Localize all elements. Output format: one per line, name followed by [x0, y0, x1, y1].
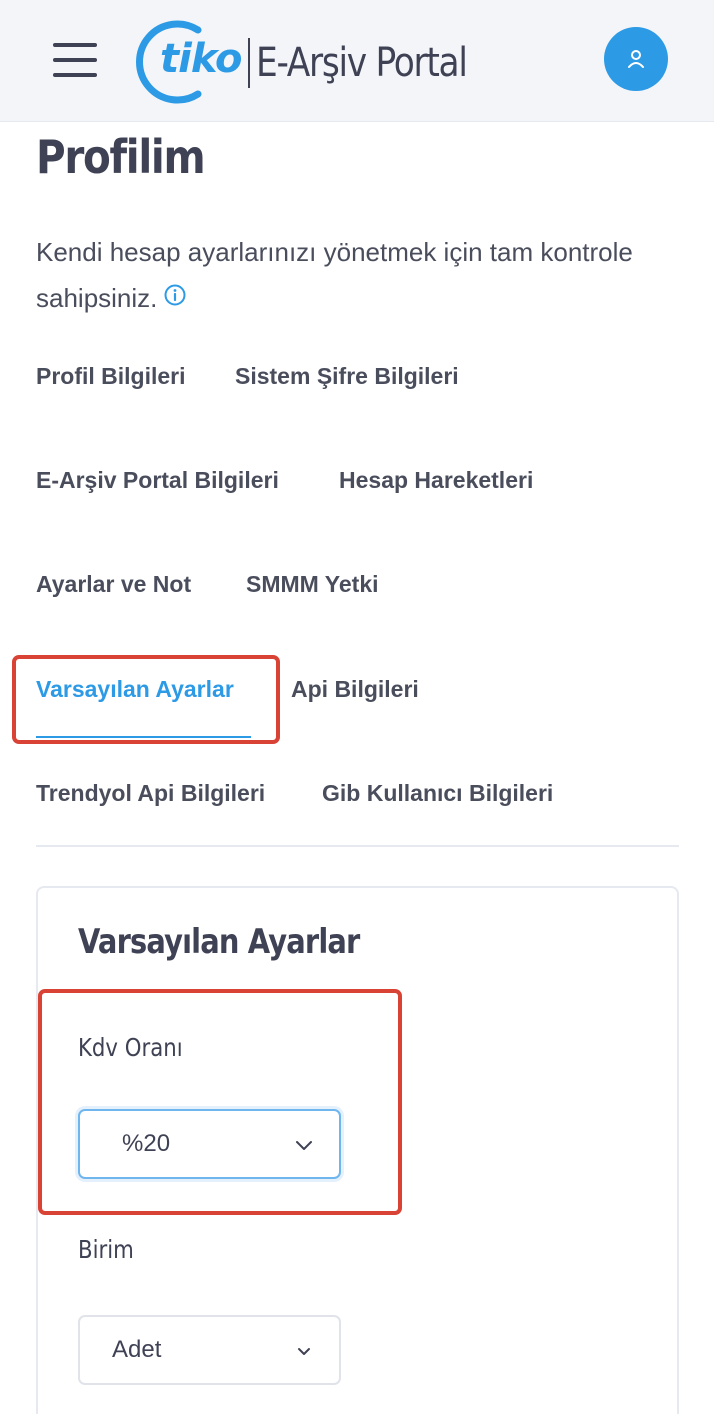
top-bar: tiko E-Arşiv Portal	[0, 0, 714, 122]
tabs-divider	[36, 845, 679, 847]
tab-api-bilgileri[interactable]: Api Bilgileri	[291, 676, 419, 703]
card-title: Varsayılan Ayarlar	[78, 922, 360, 962]
description-text: Kendi hesap ayarlarınızı yönetmek için t…	[36, 237, 633, 313]
kdv-orani-label: Kdv Oranı	[78, 1033, 183, 1062]
tab-sistem-sifre-bilgileri[interactable]: Sistem Şifre Bilgileri	[235, 363, 459, 390]
tab-profil-bilgileri[interactable]: Profil Bilgileri	[36, 363, 186, 390]
kdv-orani-select[interactable]: %20	[78, 1109, 341, 1179]
logo-separator	[248, 38, 250, 88]
page-title: Profilim	[36, 130, 206, 184]
tab-smmm-yetki[interactable]: SMMM Yetki	[246, 571, 379, 598]
hamburger-line	[53, 43, 97, 47]
tab-trendyol-api-bilgileri[interactable]: Trendyol Api Bilgileri	[36, 780, 265, 807]
hamburger-menu-icon[interactable]	[53, 43, 99, 79]
birim-label: Birim	[78, 1235, 134, 1264]
logo-text: E-Arşiv Portal	[256, 40, 468, 86]
app-logo[interactable]: tiko E-Arşiv Portal	[124, 18, 484, 104]
tab-hesap-hareketleri[interactable]: Hesap Hareketleri	[339, 467, 533, 494]
chevron-down-icon	[298, 1348, 310, 1355]
chevron-down-icon	[296, 1141, 312, 1150]
birim-select[interactable]: Adet	[78, 1315, 341, 1385]
user-avatar-button[interactable]	[604, 27, 668, 91]
tab-ayarlar-ve-not[interactable]: Ayarlar ve Not	[36, 571, 191, 598]
hamburger-line	[53, 58, 97, 62]
page-description: Kendi hesap ayarlarınızı yönetmek için t…	[36, 229, 686, 323]
tab-gib-kullanici-bilgileri[interactable]: Gib Kullanıcı Bilgileri	[322, 780, 553, 807]
user-icon	[628, 50, 644, 68]
hamburger-line	[53, 73, 97, 77]
active-tab-indicator	[36, 736, 251, 738]
birim-value: Adet	[112, 1336, 162, 1363]
logo-word: tiko	[160, 36, 242, 82]
info-circle-icon[interactable]	[163, 275, 187, 321]
tab-varsayilan-ayarlar[interactable]: Varsayılan Ayarlar	[36, 676, 234, 703]
tab-e-arsiv-portal-bilgileri[interactable]: E-Arşiv Portal Bilgileri	[36, 467, 279, 494]
kdv-orani-value: %20	[122, 1130, 171, 1157]
